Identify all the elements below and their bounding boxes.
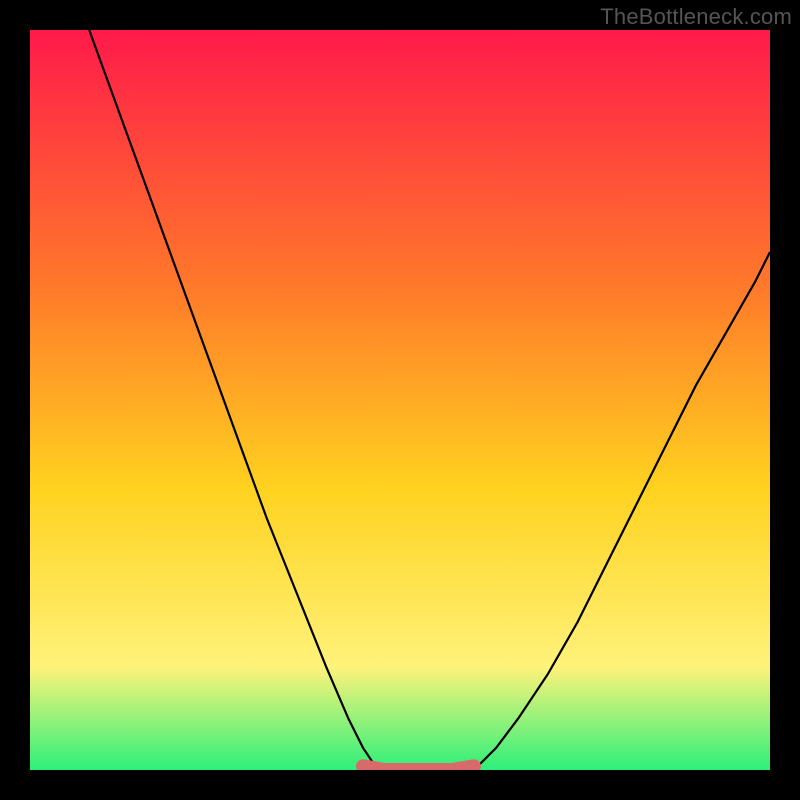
gradient-background xyxy=(30,30,770,770)
chart-svg xyxy=(30,30,770,770)
watermark-text: TheBottleneck.com xyxy=(600,4,792,30)
outer-frame: TheBottleneck.com xyxy=(0,0,800,800)
bottom-marker xyxy=(363,766,474,770)
chart-plot xyxy=(30,30,770,770)
